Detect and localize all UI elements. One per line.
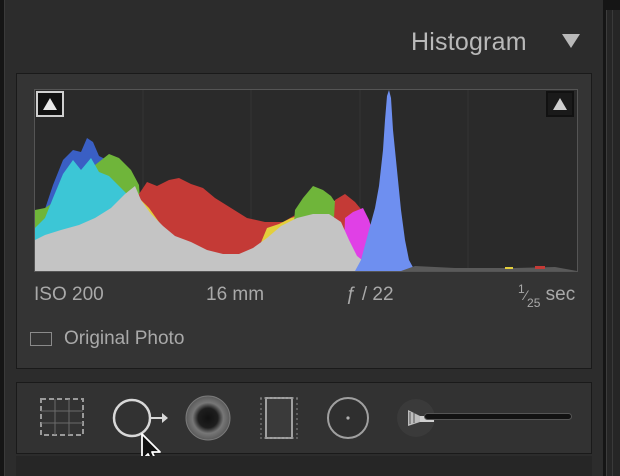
- triangle-icon: [43, 98, 57, 110]
- iso-value: ISO 200: [34, 284, 104, 305]
- crop-overlay-icon[interactable]: [38, 396, 86, 438]
- next-panel-edge: [16, 456, 592, 476]
- histogram-plot[interactable]: [34, 89, 578, 272]
- collapse-triangle-icon[interactable]: [562, 34, 580, 48]
- original-photo-checkbox[interactable]: [30, 332, 52, 346]
- red-eye-icon[interactable]: [184, 394, 232, 442]
- shutter-speed-value: 1⁄25 sec: [518, 282, 576, 310]
- graduated-filter-icon[interactable]: [258, 394, 300, 442]
- focal-length-value: 16 mm: [206, 284, 265, 305]
- radial-filter-icon[interactable]: [324, 394, 372, 442]
- brush-size-slider[interactable]: [424, 413, 572, 420]
- original-photo-toggle[interactable]: Original Photo: [30, 328, 184, 350]
- shutter-denominator: 25: [527, 296, 541, 310]
- shutter-numerator: 1: [518, 282, 525, 296]
- highlight-clipping-toggle[interactable]: [546, 91, 574, 117]
- aperture-value: ƒ / 22: [346, 284, 394, 305]
- original-photo-label: Original Photo: [64, 328, 185, 349]
- triangle-icon: [553, 98, 567, 110]
- panel-title[interactable]: Histogram: [411, 28, 527, 57]
- panel-scrollbar[interactable]: [606, 10, 620, 476]
- shutter-unit: sec: [545, 284, 576, 305]
- shadow-clipping-toggle[interactable]: [36, 91, 64, 117]
